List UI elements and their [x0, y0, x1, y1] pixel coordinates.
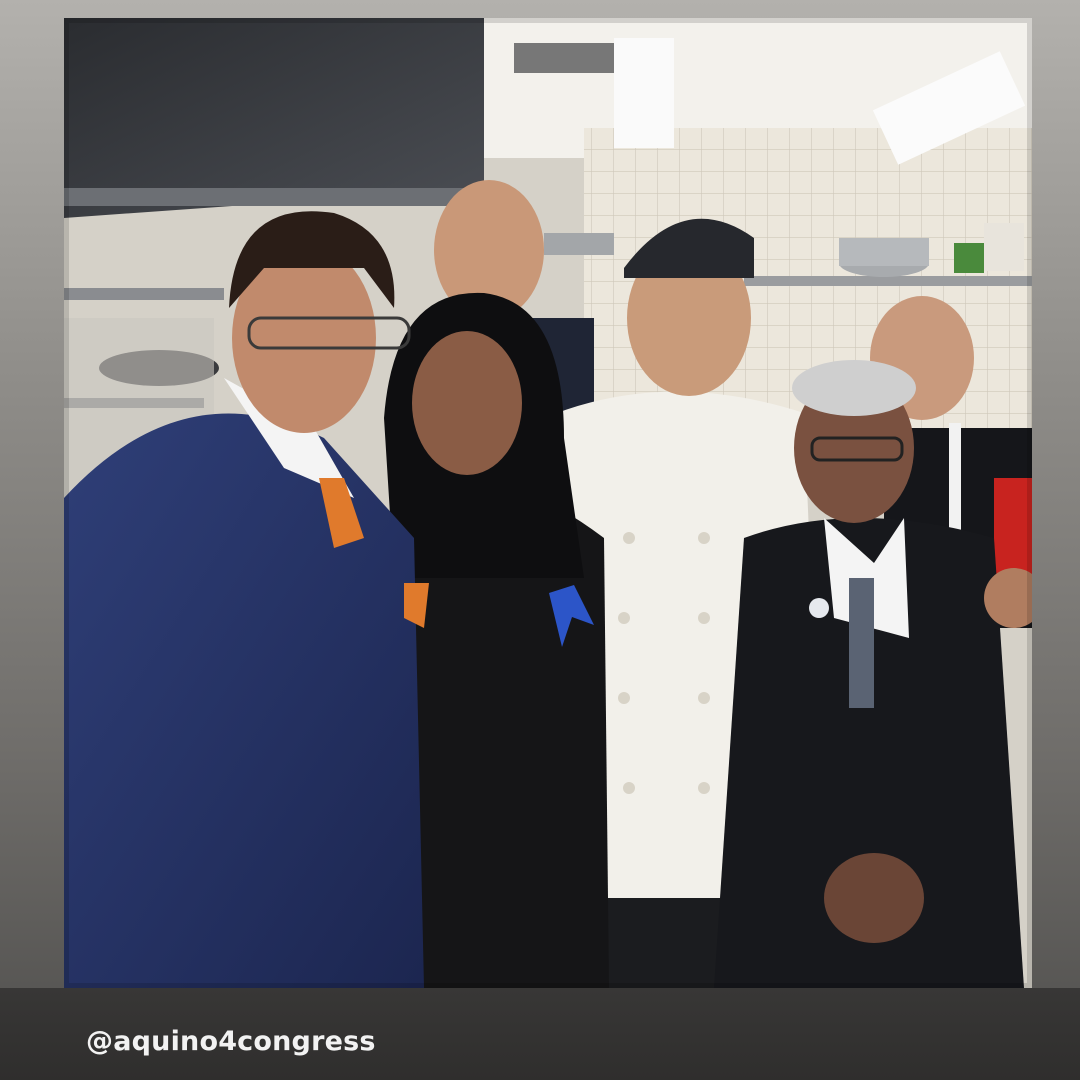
kitchen-group-photo [64, 18, 1032, 988]
ceiling-light [614, 38, 674, 148]
shelf [64, 288, 224, 300]
vent [514, 43, 614, 73]
clasped-hands [824, 853, 924, 943]
instagram-story-frame: @aquino4congress [0, 0, 1080, 1080]
story-photo [64, 18, 1032, 988]
shelf [744, 276, 1032, 286]
gray-hair [792, 360, 916, 416]
account-mention[interactable]: @aquino4congress [86, 1028, 376, 1055]
lapel-pin [809, 598, 829, 618]
